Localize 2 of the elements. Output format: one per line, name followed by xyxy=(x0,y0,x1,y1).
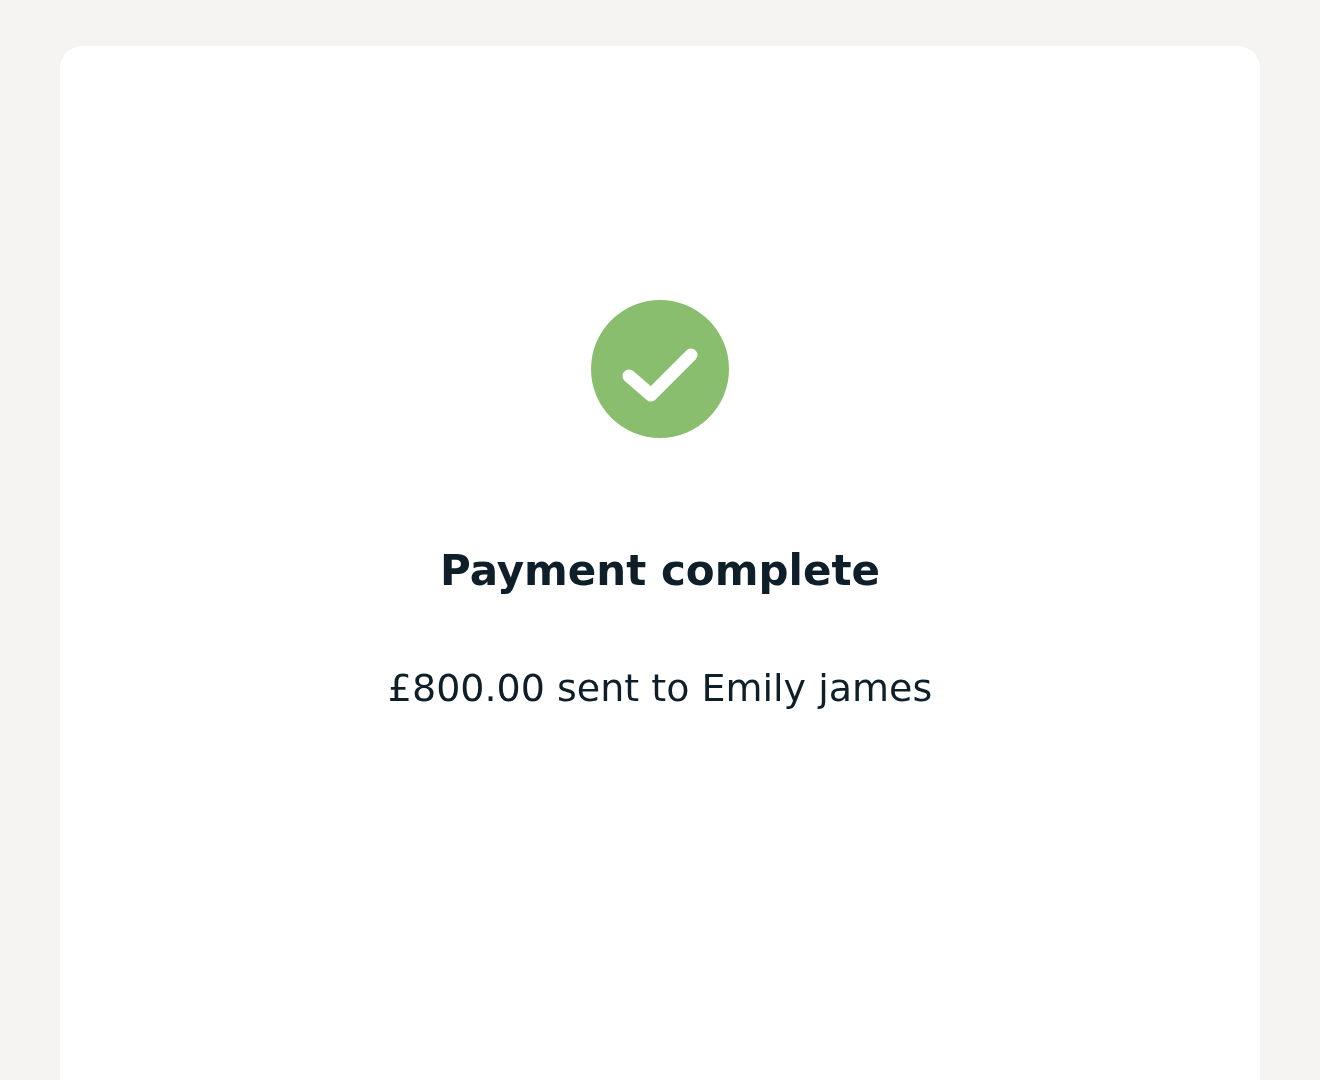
payment-title: Payment complete xyxy=(440,546,880,597)
payment-message: £800.00 sent to Emily james xyxy=(387,666,933,712)
